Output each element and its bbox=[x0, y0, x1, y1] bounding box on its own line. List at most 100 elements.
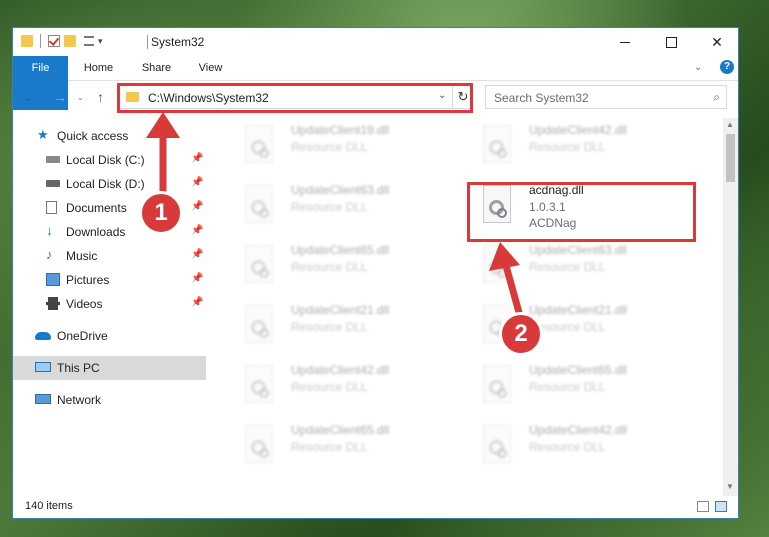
file-item[interactable]: UpdateClient19.dll Resource DLL bbox=[233, 122, 463, 176]
sidebar-item-label: Downloads bbox=[66, 225, 126, 239]
back-button[interactable]: ← bbox=[23, 89, 37, 105]
properties-icon[interactable] bbox=[48, 35, 60, 47]
dll-file-icon bbox=[245, 245, 273, 283]
forward-button[interactable]: → bbox=[53, 89, 67, 105]
dll-file-icon bbox=[245, 125, 273, 163]
tab-view[interactable]: View bbox=[183, 56, 238, 80]
chevron-down-icon[interactable]: ▾ bbox=[98, 36, 103, 47]
sidebar-item-videos[interactable]: Videos 📌 bbox=[13, 292, 206, 316]
file-type: Resource DLL bbox=[291, 320, 368, 334]
sidebar-item-label: Documents bbox=[66, 201, 127, 215]
file-highlight-box bbox=[467, 182, 696, 242]
file-name: UpdateClient65.dll bbox=[291, 423, 390, 437]
pictures-icon bbox=[46, 273, 60, 286]
title-bar: ▾ System32 ✕ bbox=[13, 28, 738, 56]
file-type: Resource DLL bbox=[529, 380, 606, 394]
vertical-scrollbar[interactable]: ▲ ▼ bbox=[723, 118, 738, 496]
pin-icon[interactable]: 📌 bbox=[191, 153, 203, 164]
sidebar-item-label: Network bbox=[57, 393, 102, 407]
file-item[interactable]: UpdateClient63.dll Resource DLL bbox=[471, 242, 701, 296]
search-icon: ⌕ bbox=[713, 90, 720, 104]
sidebar-item-onedrive[interactable]: OneDrive bbox=[13, 324, 206, 348]
sidebar-item-local-disk-c[interactable]: Local Disk (C:) 📌 bbox=[13, 148, 206, 172]
step-2-badge: 2 bbox=[499, 312, 543, 356]
dll-file-icon bbox=[245, 305, 273, 343]
sidebar-item-label: Local Disk (D:) bbox=[66, 177, 145, 191]
dll-file-icon bbox=[483, 245, 511, 283]
item-count: 140 items bbox=[25, 500, 73, 512]
step-1-badge: 1 bbox=[139, 191, 183, 235]
window-title: System32 bbox=[151, 35, 205, 49]
folder-icon bbox=[21, 35, 33, 47]
scroll-down-icon[interactable]: ▼ bbox=[726, 482, 734, 491]
sidebar-item-network[interactable]: Network bbox=[13, 388, 206, 412]
dll-file-icon bbox=[483, 125, 511, 163]
new-folder-icon[interactable] bbox=[64, 35, 76, 47]
file-type: Resource DLL bbox=[529, 260, 606, 274]
pin-icon[interactable]: 📌 bbox=[191, 177, 203, 188]
pin-icon[interactable]: 📌 bbox=[191, 201, 203, 212]
file-type: Resource DLL bbox=[291, 200, 368, 214]
minimize-button[interactable] bbox=[602, 28, 648, 56]
file-item[interactable]: UpdateClient65.dll Resource DLL bbox=[233, 242, 463, 296]
large-icons-view-button[interactable] bbox=[715, 501, 727, 512]
sidebar-item-pictures[interactable]: Pictures 📌 bbox=[13, 268, 206, 292]
drive-icon bbox=[46, 180, 60, 187]
customize-qat-icon[interactable] bbox=[84, 36, 94, 46]
file-type: Resource DLL bbox=[291, 260, 368, 274]
file-name: UpdateClient65.dll bbox=[291, 243, 390, 257]
dll-file-icon bbox=[483, 425, 511, 463]
file-type: Resource DLL bbox=[291, 140, 368, 154]
sidebar-item-label: Videos bbox=[66, 297, 103, 311]
pin-icon[interactable]: 📌 bbox=[191, 249, 203, 260]
help-button[interactable]: ? bbox=[720, 60, 734, 74]
file-item[interactable]: UpdateClient42.dll Resource DLL bbox=[471, 422, 701, 476]
pin-icon[interactable]: 📌 bbox=[191, 225, 203, 236]
dll-file-icon bbox=[245, 185, 273, 223]
tab-share[interactable]: Share bbox=[129, 56, 184, 80]
file-item[interactable]: UpdateClient21.dll Resource DLL bbox=[233, 302, 463, 356]
up-button[interactable]: ↑ bbox=[97, 89, 104, 105]
maximize-button[interactable] bbox=[648, 28, 694, 56]
file-name: UpdateClient42.dll bbox=[529, 123, 628, 137]
network-icon bbox=[35, 394, 51, 404]
file-name: UpdateClient19.dll bbox=[291, 123, 390, 137]
file-item[interactable]: UpdateClient63.dll Resource DLL bbox=[233, 182, 463, 236]
recent-locations-button[interactable]: ⌄ bbox=[77, 93, 84, 102]
videos-icon bbox=[46, 297, 60, 310]
pc-icon bbox=[35, 362, 51, 372]
file-name: UpdateClient42.dll bbox=[529, 423, 628, 437]
toolbar-separator bbox=[40, 34, 41, 48]
expand-ribbon-icon[interactable]: ⌄ bbox=[694, 62, 702, 73]
tab-home[interactable]: Home bbox=[71, 56, 126, 80]
pin-icon[interactable]: 📌 bbox=[191, 273, 203, 284]
minimize-icon bbox=[620, 41, 630, 43]
sidebar-item-label: Quick access bbox=[57, 129, 129, 143]
file-item[interactable]: UpdateClient65.dll Resource DLL bbox=[471, 362, 701, 416]
sidebar-item-label: OneDrive bbox=[57, 329, 108, 343]
sidebar-item-local-disk-d[interactable]: Local Disk (D:) 📌 bbox=[13, 172, 206, 196]
sidebar-item-music[interactable]: ♪ Music 📌 bbox=[13, 244, 206, 268]
details-view-button[interactable] bbox=[697, 501, 709, 512]
file-name: UpdateClient21.dll bbox=[291, 303, 390, 317]
title-separator bbox=[147, 35, 148, 49]
file-item[interactable]: UpdateClient42.dll Resource DLL bbox=[233, 362, 463, 416]
documents-icon bbox=[46, 201, 57, 214]
pin-icon[interactable]: 📌 bbox=[191, 297, 203, 308]
file-name: UpdateClient21.dll bbox=[529, 303, 628, 317]
music-icon: ♪ bbox=[46, 247, 53, 262]
sidebar-item-quick-access[interactable]: ★ Quick access bbox=[13, 124, 206, 148]
scrollbar-thumb[interactable] bbox=[726, 134, 735, 182]
file-type: Resource DLL bbox=[291, 440, 368, 454]
scroll-up-icon[interactable]: ▲ bbox=[726, 120, 734, 129]
sidebar-item-this-pc[interactable]: This PC bbox=[13, 356, 206, 380]
file-name: UpdateClient63.dll bbox=[529, 243, 628, 257]
file-list: UpdateClient19.dll Resource DLL UpdateCl… bbox=[221, 118, 723, 496]
search-input[interactable]: Search System32 ⌕ bbox=[485, 85, 727, 109]
file-item[interactable]: UpdateClient65.dll Resource DLL bbox=[233, 422, 463, 476]
file-item[interactable]: UpdateClient42.dll Resource DLL bbox=[471, 122, 701, 176]
sidebar-item-label: Pictures bbox=[66, 273, 110, 287]
dll-file-icon bbox=[245, 365, 273, 403]
ribbon: File Home Share View ⌄ ? bbox=[13, 56, 738, 110]
close-button[interactable]: ✕ bbox=[694, 28, 738, 56]
